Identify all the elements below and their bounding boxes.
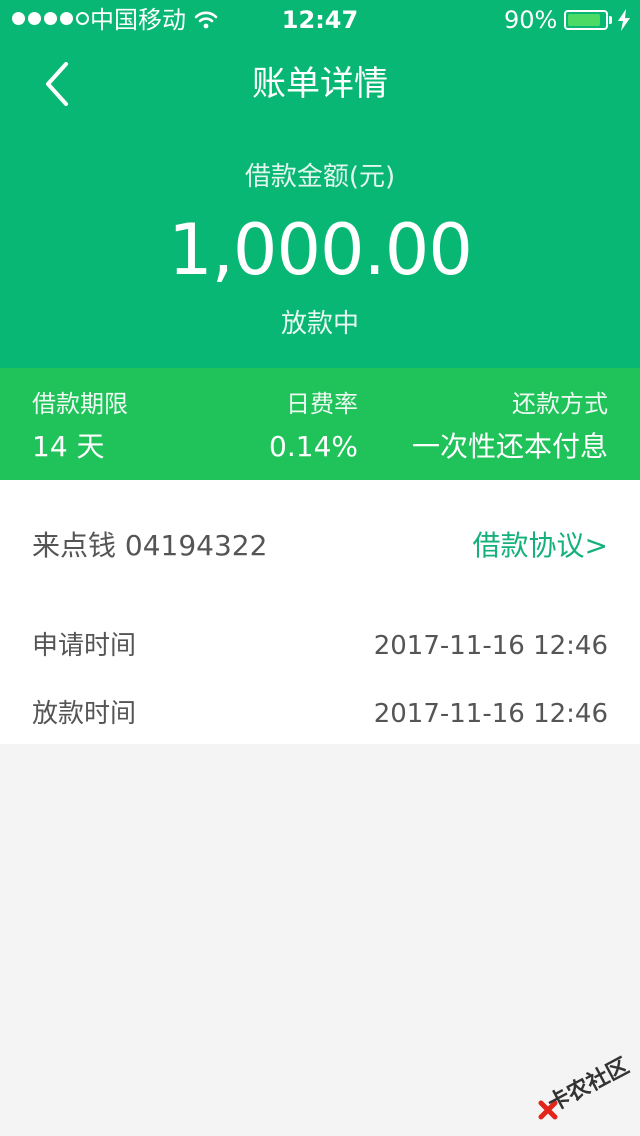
apply-time-label: 申请时间 — [32, 631, 137, 661]
term-label: 借款期限 — [32, 390, 128, 418]
watermark: 卡农社区 — [532, 1054, 640, 1136]
status-bar: 中国移动 12:47 90% — [0, 0, 640, 40]
bill-detail-card: 来点钱 04194322 借款协议> 申请时间 2017-11-16 12:46… — [0, 480, 640, 744]
battery-level-fill — [568, 14, 601, 26]
charging-bolt-icon — [617, 9, 631, 37]
order-number: 来点钱 04194322 — [32, 529, 268, 562]
battery-percent: 90% — [504, 6, 558, 34]
disburse-time-label: 放款时间 — [32, 699, 137, 729]
loan-agreement-link[interactable]: 借款协议> — [473, 528, 608, 564]
disburse-time-value: 2017-11-16 12:46 — [373, 699, 608, 729]
repayment-method-label: 还款方式 — [512, 390, 608, 418]
daily-rate-label: 日费率 — [286, 390, 358, 418]
watermark-text: 卡农社区 — [543, 1053, 634, 1118]
apply-time-value: 2017-11-16 12:46 — [373, 631, 608, 661]
battery-icon — [564, 10, 608, 30]
page-title: 账单详情 — [252, 64, 388, 104]
repayment-method-value: 一次性还本付息 — [411, 430, 608, 463]
loan-status: 放款中 — [280, 309, 359, 339]
term-value: 14 天 — [32, 430, 105, 463]
loan-amount: 1,000.00 — [168, 209, 473, 291]
loan-stats-strip: 借款期限 14 天 日费率 0.14% 还款方式 一次性还本付息 — [0, 368, 640, 480]
battery-cap — [609, 16, 612, 24]
daily-rate-value: 0.14% — [269, 430, 358, 463]
amount-label: 借款金额(元) — [244, 162, 396, 192]
